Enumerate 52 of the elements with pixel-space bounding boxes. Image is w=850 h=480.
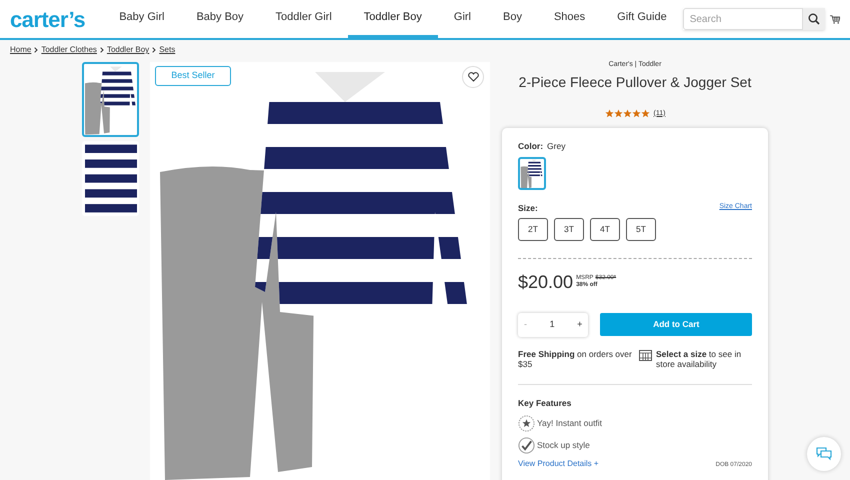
best-seller-badge: Best Seller — [155, 66, 231, 86]
nav-link[interactable]: Shoes — [538, 0, 602, 38]
size-label: Size: — [518, 202, 538, 214]
store-icon — [639, 350, 652, 360]
chat-bubbles-icon — [816, 447, 832, 461]
price: $20.00 — [518, 270, 574, 294]
breadcrumb-link[interactable]: Toddler Clothes — [41, 44, 97, 56]
nav-link[interactable]: Gift Guide — [601, 0, 683, 38]
product-title: 2-Piece Fleece Pullover & Jogger Set — [518, 72, 752, 92]
size-option[interactable]: 4T — [590, 218, 620, 240]
shipping-info: Free Shipping on orders over $35 — [518, 348, 633, 370]
nav-link[interactable]: Boy — [487, 0, 538, 38]
increase-button[interactable]: + — [575, 318, 584, 332]
size-option[interactable]: 2T — [518, 218, 548, 240]
cart-icon[interactable] — [830, 12, 840, 26]
search-icon — [808, 13, 820, 25]
nav-link[interactable]: Baby Boy — [180, 0, 260, 38]
breadcrumb-link[interactable]: Home — [10, 44, 32, 56]
quantity-input[interactable]: 1 — [542, 318, 562, 332]
nav-link[interactable]: Toddler Girl — [260, 0, 348, 38]
nav-link[interactable]: Toddler Boy — [348, 0, 438, 38]
chevron-right-icon — [34, 47, 38, 53]
star-icon — [604, 109, 614, 118]
favorite-button[interactable] — [462, 66, 484, 88]
nav-link[interactable]: Girl — [438, 0, 487, 38]
chat-button[interactable] — [807, 437, 841, 471]
color-swatch[interactable] — [518, 156, 546, 190]
view-details-link[interactable]: View Product Details + — [518, 458, 599, 470]
check-icon — [518, 436, 535, 454]
chevron-right-icon — [152, 47, 156, 53]
color-label: Color: — [518, 140, 544, 153]
color-value: Grey — [547, 140, 566, 153]
heart-icon — [468, 72, 478, 82]
star-badge-icon — [518, 414, 535, 432]
search-field[interactable]: Search — [682, 8, 803, 30]
chevron-right-icon — [100, 47, 104, 53]
product-thumbnail[interactable] — [82, 141, 139, 216]
star-icon — [632, 109, 641, 118]
store-availability: Select a size to see in store availability — [656, 348, 742, 370]
star-icon — [614, 109, 623, 118]
key-features-title: Key Features — [518, 396, 572, 410]
star-icon — [640, 109, 650, 118]
feature-text: Stock up style — [537, 438, 590, 452]
search-button[interactable] — [802, 8, 825, 30]
breadcrumb-link[interactable]: Toddler Boy — [106, 44, 150, 56]
nav-link[interactable]: Baby Girl — [103, 0, 180, 38]
product-thumbnail[interactable] — [82, 62, 139, 137]
breadcrumb-link[interactable]: Sets — [159, 44, 176, 56]
size-option[interactable]: 3T — [554, 218, 584, 240]
feature-text: Yay! Instant outfit — [537, 416, 602, 430]
size-option[interactable]: 5T — [626, 218, 656, 240]
star-icon — [622, 109, 632, 118]
